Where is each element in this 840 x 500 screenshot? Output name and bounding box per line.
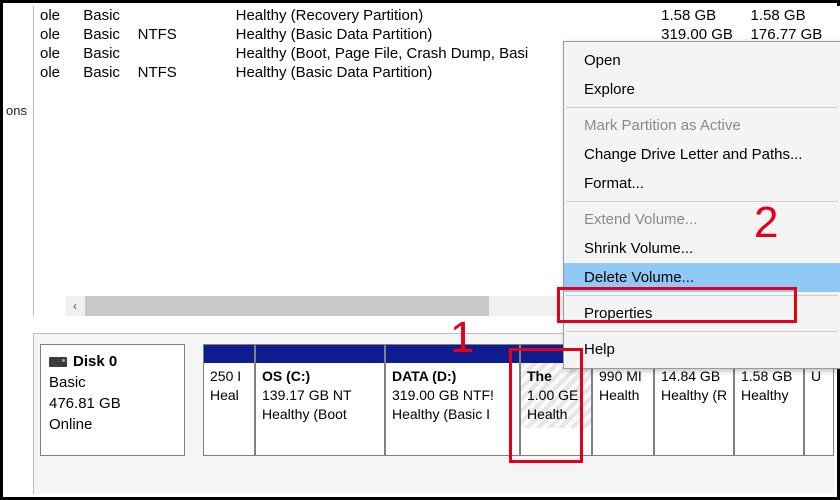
partition-size: 14.84 GB [661,367,727,386]
menu-shrink-volume[interactable]: Shrink Volume... [564,234,840,263]
partition-color-bar [204,345,254,363]
menu-explore[interactable]: Explore [564,75,840,104]
partition-size: 250 I [210,367,248,386]
disk-title: Disk 0 [73,353,117,370]
col-capacity: 1.58 GB [661,6,750,25]
menu-open[interactable]: Open [564,46,840,75]
col-type: Basic [83,6,137,25]
col-filesystem: NTFS [138,63,236,82]
disk-state: Online [49,414,176,435]
partition-size: 1.00 GE [527,386,585,405]
partition-block[interactable]: OS (C:) 139.17 GB NT Healthy (Boot [255,344,385,456]
menu-delete-volume[interactable]: Delete Volume... [564,263,840,292]
partition-status: U [811,367,827,386]
table-row[interactable]: ole Basic Healthy (Recovery Partition) 1… [34,6,840,25]
menu-separator [566,107,838,108]
partition-block[interactable]: 250 I Heal [203,344,255,456]
menu-extend-volume: Extend Volume... [564,205,840,234]
col-free: 1.58 GB [751,6,840,25]
menu-format[interactable]: Format... [564,169,840,198]
partition-color-bar [256,345,384,363]
col-filesystem [138,44,236,63]
disk-size: 476.81 GB [49,393,176,414]
disk-icon [49,357,67,367]
partition-label: The [527,367,585,386]
col-filesystem [138,6,236,25]
partition-status: Healthy (R [661,386,727,405]
partition-status: Health [599,386,647,405]
menu-mark-active: Mark Partition as Active [564,111,840,140]
partition-label: OS (C:) [262,367,378,386]
menu-separator [566,201,838,202]
col-layout: ole [34,6,83,25]
partition-status: Healthy (Basic I [392,405,513,424]
partition-label: DATA (D:) [392,367,513,386]
col-layout: ole [34,44,83,63]
col-type: Basic [83,63,137,82]
menu-properties[interactable]: Properties [564,299,840,328]
col-type: Basic [83,44,137,63]
context-menu: Open Explore Mark Partition as Active Ch… [563,41,840,369]
partition-size: 990 MI [599,367,647,386]
col-type: Basic [83,25,137,44]
col-layout: ole [34,63,83,82]
partition-size: 319.00 GB NTF! [392,386,513,405]
scroll-thumb[interactable] [85,296,489,316]
partition-status: Heal [210,386,248,405]
disk-header[interactable]: Disk 0 Basic 476.81 GB Online [40,344,185,456]
menu-separator [566,295,838,296]
menu-help[interactable]: Help [564,335,840,364]
menu-separator [566,331,838,332]
scroll-left-icon[interactable]: ‹ [65,296,85,316]
partition-status: Health [527,405,585,424]
partition-size: 1.58 GB [741,367,797,386]
left-panel-fragment: ons [6,103,31,118]
partition-color-bar [386,345,519,363]
col-filesystem: NTFS [138,25,236,44]
col-layout: ole [34,25,83,44]
partition-status: Healthy [741,386,797,405]
partition-size: 139.17 GB NT [262,386,378,405]
partition-status: Healthy (Boot [262,405,378,424]
partition-block[interactable]: DATA (D:) 319.00 GB NTF! Healthy (Basic … [385,344,520,456]
disk-type: Basic [49,372,176,393]
col-status: Healthy (Recovery Partition) [236,6,662,25]
menu-change-drive-letter[interactable]: Change Drive Letter and Paths... [564,140,840,169]
